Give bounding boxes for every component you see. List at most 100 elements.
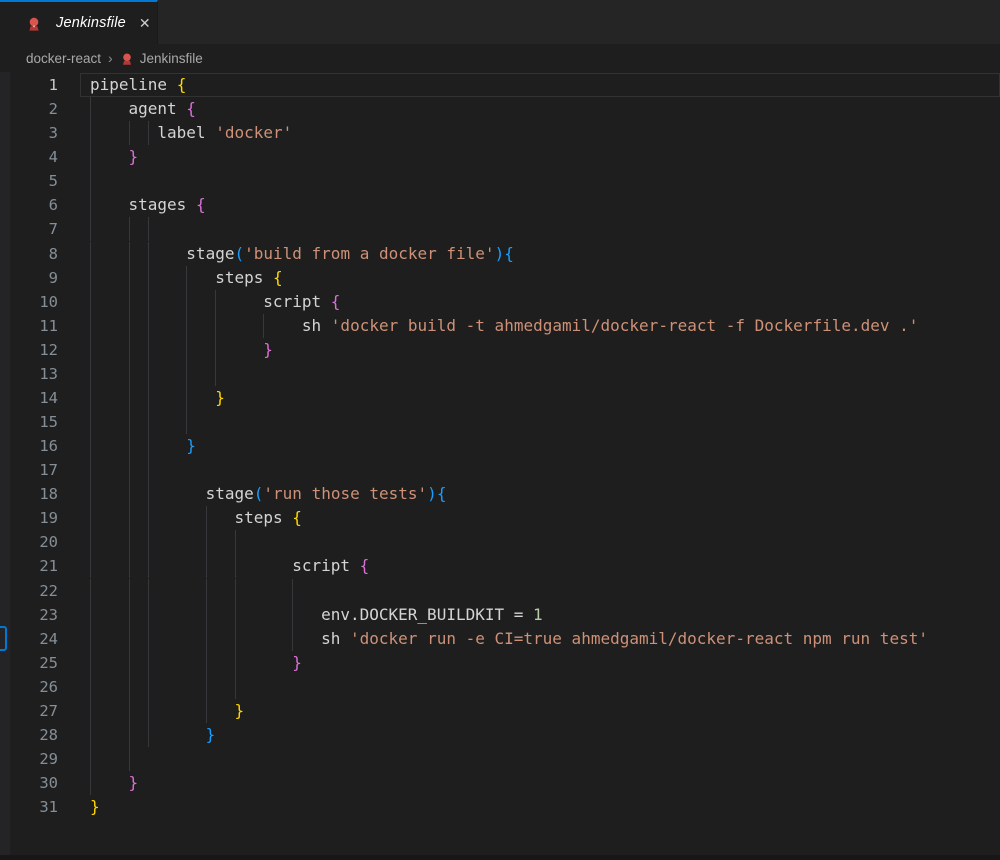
line-number[interactable]: 26 bbox=[0, 675, 58, 699]
token-b2: { bbox=[330, 291, 341, 311]
code-line[interactable]: 5 bbox=[0, 169, 1000, 194]
line-number[interactable]: 31 bbox=[0, 795, 58, 819]
close-icon[interactable]: ✕ bbox=[136, 14, 154, 32]
token-b2: { bbox=[359, 556, 370, 576]
code-text: stage('run those tests'){ bbox=[206, 482, 447, 506]
line-number[interactable]: 23 bbox=[0, 603, 58, 627]
code-line[interactable]: 18 stage('run those tests'){ bbox=[0, 482, 1000, 507]
code-line[interactable]: 30} bbox=[0, 771, 1000, 795]
line-number[interactable]: 18 bbox=[0, 482, 58, 506]
token-b1: } bbox=[90, 797, 100, 817]
line-number[interactable]: 20 bbox=[0, 530, 58, 554]
line-number[interactable]: 15 bbox=[0, 410, 58, 434]
token-fg: script bbox=[292, 556, 360, 576]
code-line[interactable]: 26 bbox=[0, 674, 1000, 699]
indent-guide bbox=[128, 578, 130, 603]
code-line[interactable]: 4} bbox=[0, 145, 1000, 170]
token-fg: pipeline bbox=[90, 75, 177, 94]
line-number[interactable]: 3 bbox=[0, 121, 58, 145]
code-line[interactable]: 29 bbox=[0, 747, 1000, 771]
indent-guide bbox=[128, 313, 130, 338]
indent-guide bbox=[128, 626, 130, 651]
indent-guide bbox=[147, 722, 149, 747]
indent-guide bbox=[128, 650, 130, 675]
line-number[interactable]: 27 bbox=[0, 699, 58, 723]
indent-guide bbox=[234, 554, 236, 579]
line-number[interactable]: 4 bbox=[0, 145, 58, 169]
code-line[interactable]: 3 label 'docker' bbox=[0, 121, 1000, 146]
indent-guide bbox=[90, 410, 91, 434]
indent-guide bbox=[128, 554, 130, 579]
code-line[interactable]: 19 steps { bbox=[0, 506, 1000, 531]
line-number[interactable]: 25 bbox=[0, 651, 58, 675]
indent-guide bbox=[147, 554, 149, 579]
line-number[interactable]: 29 bbox=[0, 747, 58, 771]
code-line[interactable]: 31} bbox=[0, 795, 1000, 819]
line-number[interactable]: 12 bbox=[0, 338, 58, 362]
line-number[interactable]: 19 bbox=[0, 506, 58, 530]
jenkins-icon bbox=[26, 16, 42, 32]
indent-guide bbox=[128, 674, 130, 699]
code-line[interactable]: 8 stage('build from a docker file'){ bbox=[0, 241, 1000, 266]
line-number[interactable]: 22 bbox=[0, 579, 58, 603]
code-line[interactable]: 17 bbox=[0, 458, 1000, 483]
indent-guide bbox=[147, 217, 149, 242]
line-number[interactable]: 13 bbox=[0, 362, 58, 386]
code-line[interactable]: 14} bbox=[0, 385, 1000, 410]
code-line[interactable]: 22 bbox=[0, 578, 1000, 603]
code-line[interactable]: 16} bbox=[0, 434, 1000, 459]
line-number[interactable]: 7 bbox=[0, 217, 58, 241]
breadcrumb-item-folder[interactable]: docker-react bbox=[26, 51, 101, 66]
code-line[interactable]: 13 bbox=[0, 361, 1000, 386]
code-line[interactable]: 15 bbox=[0, 410, 1000, 434]
line-number[interactable]: 2 bbox=[0, 97, 58, 121]
breadcrumb-item-file[interactable]: Jenkinsfile bbox=[140, 51, 203, 66]
code-line[interactable]: 1 pipeline { bbox=[0, 73, 1000, 97]
code-line[interactable]: 12} bbox=[0, 337, 1000, 362]
code-editor[interactable]: 1 pipeline {2 agent {3 label 'docker' 4} 5 6st… bbox=[0, 72, 1000, 860]
line-number[interactable]: 30 bbox=[0, 771, 58, 795]
indent-guide bbox=[128, 361, 130, 386]
code-line[interactable]: 6 stages { bbox=[0, 193, 1000, 218]
indent-guide bbox=[147, 698, 149, 723]
line-number[interactable]: 1 bbox=[0, 73, 58, 97]
code-line[interactable]: 2 agent { bbox=[0, 97, 1000, 122]
code-text: env.DOCKER_BUILDKIT = 1 bbox=[321, 603, 543, 627]
code-line[interactable]: 25} bbox=[0, 650, 1000, 675]
code-line[interactable]: 20 bbox=[0, 530, 1000, 555]
code-line[interactable]: 27} bbox=[0, 698, 1000, 723]
line-number[interactable]: 6 bbox=[0, 193, 58, 217]
line-number[interactable]: 21 bbox=[0, 554, 58, 578]
line-number[interactable]: 17 bbox=[0, 458, 58, 482]
indent-guide bbox=[292, 626, 294, 651]
code-line[interactable]: 7 bbox=[0, 217, 1000, 242]
indent-guide bbox=[128, 217, 130, 242]
code-text: } bbox=[129, 771, 139, 795]
indent-guide bbox=[128, 698, 130, 723]
token-num: 1 bbox=[533, 604, 543, 624]
indent-guide bbox=[234, 578, 236, 603]
tab-jenkinsfile[interactable]: Jenkinsfile ✕ bbox=[0, 0, 158, 44]
code-line[interactable]: 11 sh 'docker build -t ahmedgamil/docker-… bbox=[0, 313, 1000, 338]
line-number[interactable]: 10 bbox=[0, 290, 58, 314]
line-number[interactable]: 16 bbox=[0, 434, 58, 458]
line-number[interactable]: 14 bbox=[0, 386, 58, 410]
line-number[interactable]: 28 bbox=[0, 723, 58, 747]
code-line[interactable]: 28} bbox=[0, 722, 1000, 747]
code-line[interactable]: 23 env.DOCKER_BUILDKIT = 1 bbox=[0, 602, 1000, 627]
indent-guide bbox=[90, 626, 91, 651]
line-number[interactable]: 11 bbox=[0, 314, 58, 338]
line-number[interactable]: 8 bbox=[0, 242, 58, 266]
indent-guide bbox=[205, 506, 207, 531]
indent-guide bbox=[147, 410, 149, 434]
code-line[interactable]: 21 script { bbox=[0, 554, 1000, 579]
tab-bar: Jenkinsfile ✕ bbox=[0, 0, 1000, 44]
indent-guide bbox=[147, 361, 149, 386]
code-line[interactable]: 9 steps { bbox=[0, 265, 1000, 290]
indent-guide bbox=[90, 337, 91, 362]
line-number[interactable]: 5 bbox=[0, 169, 58, 193]
code-line[interactable]: 24 sh 'docker run -e CI=true ahmedgamil/d… bbox=[0, 626, 1000, 651]
line-number[interactable]: 24 bbox=[0, 627, 58, 651]
code-line[interactable]: 10 script { bbox=[0, 289, 1000, 314]
line-number[interactable]: 9 bbox=[0, 266, 58, 290]
